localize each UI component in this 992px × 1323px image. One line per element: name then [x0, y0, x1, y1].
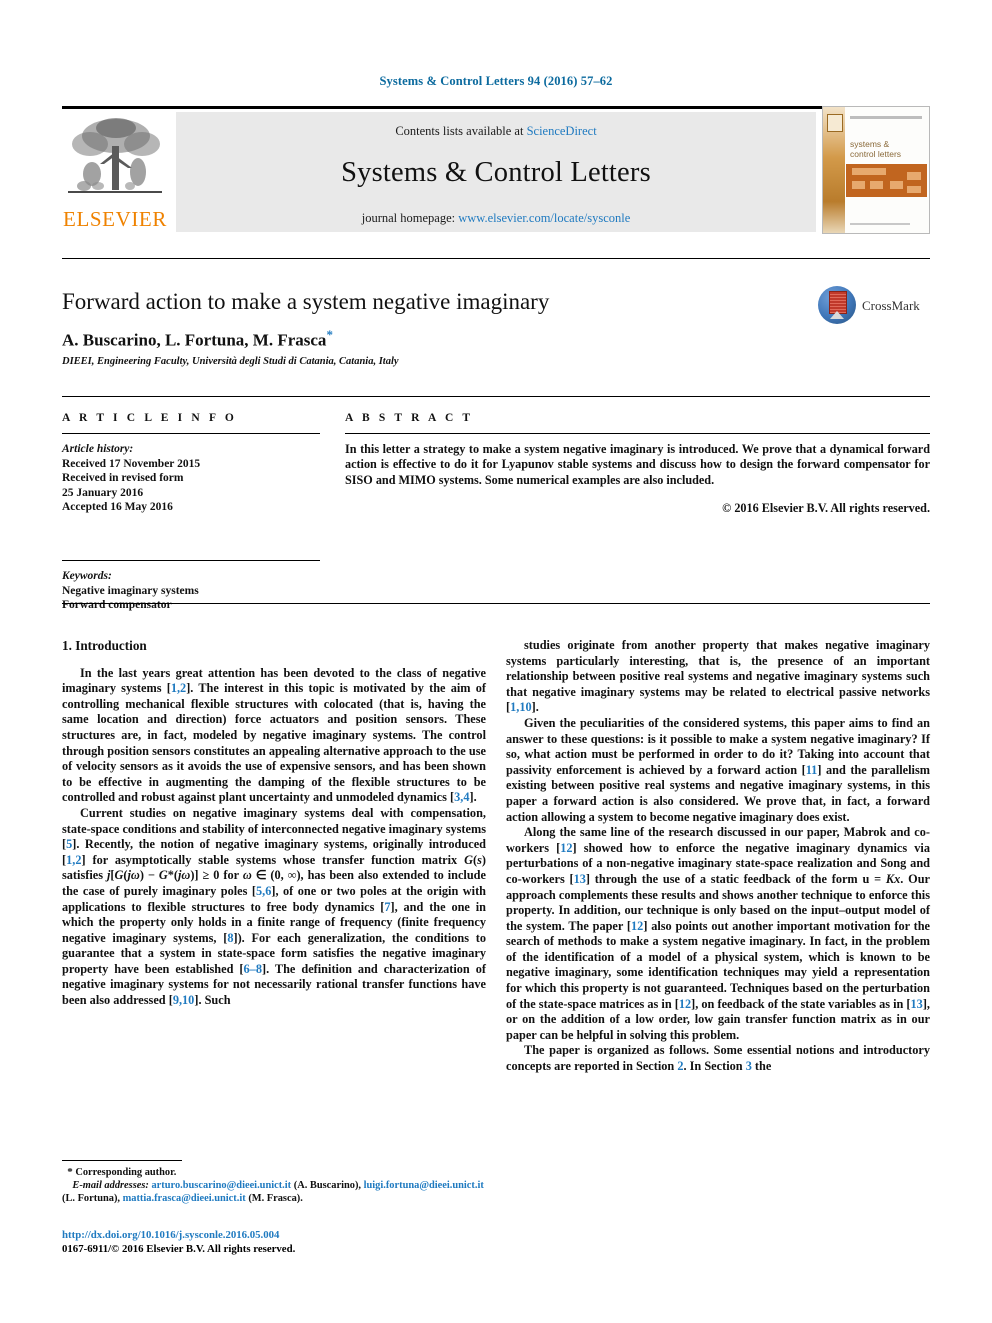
keyword-2: Forward compensator: [62, 599, 172, 612]
elsevier-logo: ELSEVIER: [62, 112, 168, 232]
paragraph: Given the peculiarities of the considere…: [506, 715, 930, 824]
email-label: E-mail addresses:: [72, 1180, 149, 1191]
elsevier-tree-icon: [68, 118, 162, 193]
info-band-top-rule: [62, 396, 930, 397]
affiliation: DIEEI, Engineering Faculty, Università d…: [62, 356, 399, 367]
homepage-prefix: journal homepage:: [361, 211, 459, 225]
crossmark-label: CrossMark: [862, 298, 920, 313]
crossmark-badge-group[interactable]: CrossMark: [818, 286, 930, 326]
article-info-hairline: [62, 433, 320, 434]
article-info-heading: A R T I C L E I N F O: [62, 412, 237, 424]
journal-band: Contents lists available at ScienceDirec…: [176, 112, 816, 232]
history-line-4: Accepted 16 May 2016: [62, 501, 173, 514]
email-addresses-note: E-mail addresses: arturo.buscarino@dieei…: [62, 1180, 484, 1204]
abstract-hairline: [345, 433, 930, 434]
cover-title-line1: systems &: [850, 139, 890, 149]
sciencedirect-link[interactable]: ScienceDirect: [527, 124, 597, 138]
cover-bottom-text-line: [850, 223, 910, 225]
running-head: Systems & Control Letters 94 (2016) 57–6…: [379, 74, 613, 88]
corresponding-note-text: Corresponding author.: [75, 1167, 177, 1178]
contents-prefix: Contents lists available at: [395, 124, 527, 138]
keywords-block: Keywords: Negative imaginary systems For…: [62, 569, 320, 613]
masthead: ELSEVIER Contents lists available at Sci…: [62, 106, 930, 234]
paragraph: studies originate from another property …: [506, 638, 930, 715]
cover-block-diagram: [846, 164, 927, 197]
title-divider: [62, 258, 930, 259]
cover-title: systems & control letters: [850, 139, 901, 159]
doi-link[interactable]: http://dx.doi.org/10.1016/j.sysconle.201…: [62, 1228, 486, 1242]
doi-block: http://dx.doi.org/10.1016/j.sysconle.201…: [62, 1228, 486, 1256]
info-band-bottom-rule: [62, 603, 930, 604]
email-link-2[interactable]: luigi.fortuna@dieei.unict.it: [364, 1180, 484, 1191]
author-list: A. Buscarino, L. Fortuna, M. Frasca*: [62, 327, 762, 351]
article-history-label: Article history:: [62, 443, 134, 455]
article-info-column: A R T I C L E I N F O Article history: R…: [62, 412, 320, 613]
email-owner-1: (A. Buscarino): [293, 1180, 359, 1191]
paragraph: Current studies on negative imaginary sy…: [62, 805, 487, 1008]
email-owner-3: (M. Frasca): [248, 1193, 301, 1204]
crossmark-triangle-shape: [830, 311, 844, 319]
history-line-3: 25 January 2016: [62, 486, 144, 499]
history-line-2: Received in revised form: [62, 472, 184, 485]
author-names: A. Buscarino, L. Fortuna, M. Frasca: [62, 330, 327, 350]
cover-top-text-line: [850, 116, 922, 119]
abstract-column: A B S T R A C T In this letter a strateg…: [345, 412, 930, 516]
paragraph: Along the same line of the research disc…: [506, 825, 930, 1042]
abstract-text: In this letter a strategy to make a syst…: [345, 442, 930, 487]
body-column-left: 1. Introduction In the last years great …: [62, 638, 486, 1009]
corresponding-author-note: * Corresponding author.: [62, 1166, 486, 1179]
abstract-copyright: © 2016 Elsevier B.V. All rights reserved…: [722, 501, 930, 516]
keyword-1: Negative imaginary systems: [62, 584, 199, 597]
body-column-right: studies originate from another property …: [506, 638, 930, 1075]
email-link-1[interactable]: arturo.buscarino@dieei.unict.it: [151, 1180, 291, 1191]
crossmark-icon: [818, 286, 856, 324]
corresponding-note-marker: *: [67, 1166, 73, 1178]
footnote-block: * Corresponding author. E-mail addresses…: [62, 1166, 486, 1205]
keywords-hairline: [62, 559, 320, 561]
journal-homepage-link[interactable]: www.elsevier.com/locate/sysconle: [458, 211, 630, 225]
footnote-rule: [62, 1160, 182, 1161]
paragraph: The paper is organized as follows. Some …: [506, 1043, 930, 1074]
article-history: Article history: Received 17 November 20…: [62, 442, 320, 515]
corresponding-author-marker: *: [326, 327, 333, 342]
cover-title-line2: control letters: [850, 149, 902, 159]
email-owner-2: (L. Fortuna): [62, 1193, 118, 1204]
issn-copyright-line: 0167-6911/© 2016 Elsevier B.V. All right…: [62, 1243, 296, 1255]
paragraph: In the last years great attention has be…: [62, 665, 487, 805]
article-title: Forward action to make a system negative…: [62, 289, 550, 314]
contents-available-line: Contents lists available at ScienceDirec…: [176, 124, 816, 139]
cover-logo-box: [827, 114, 843, 132]
masthead-top-rule: [62, 106, 930, 109]
keywords-label: Keywords:: [62, 569, 112, 582]
history-line-1: Received 17 November 2015: [62, 457, 201, 470]
journal-homepage-line: journal homepage: www.elsevier.com/locat…: [176, 211, 816, 226]
abstract-heading: A B S T R A C T: [345, 412, 474, 424]
journal-title: Systems & Control Letters: [341, 157, 651, 188]
email-link-3[interactable]: mattia.frasca@dieei.unict.it: [123, 1193, 246, 1204]
journal-cover-thumbnail: systems & control letters: [822, 106, 930, 234]
section-heading-introduction: 1. Introduction: [62, 638, 147, 653]
elsevier-wordmark: ELSEVIER: [63, 207, 167, 231]
journal-article-page: Systems & Control Letters 94 (2016) 57–6…: [0, 0, 992, 1323]
